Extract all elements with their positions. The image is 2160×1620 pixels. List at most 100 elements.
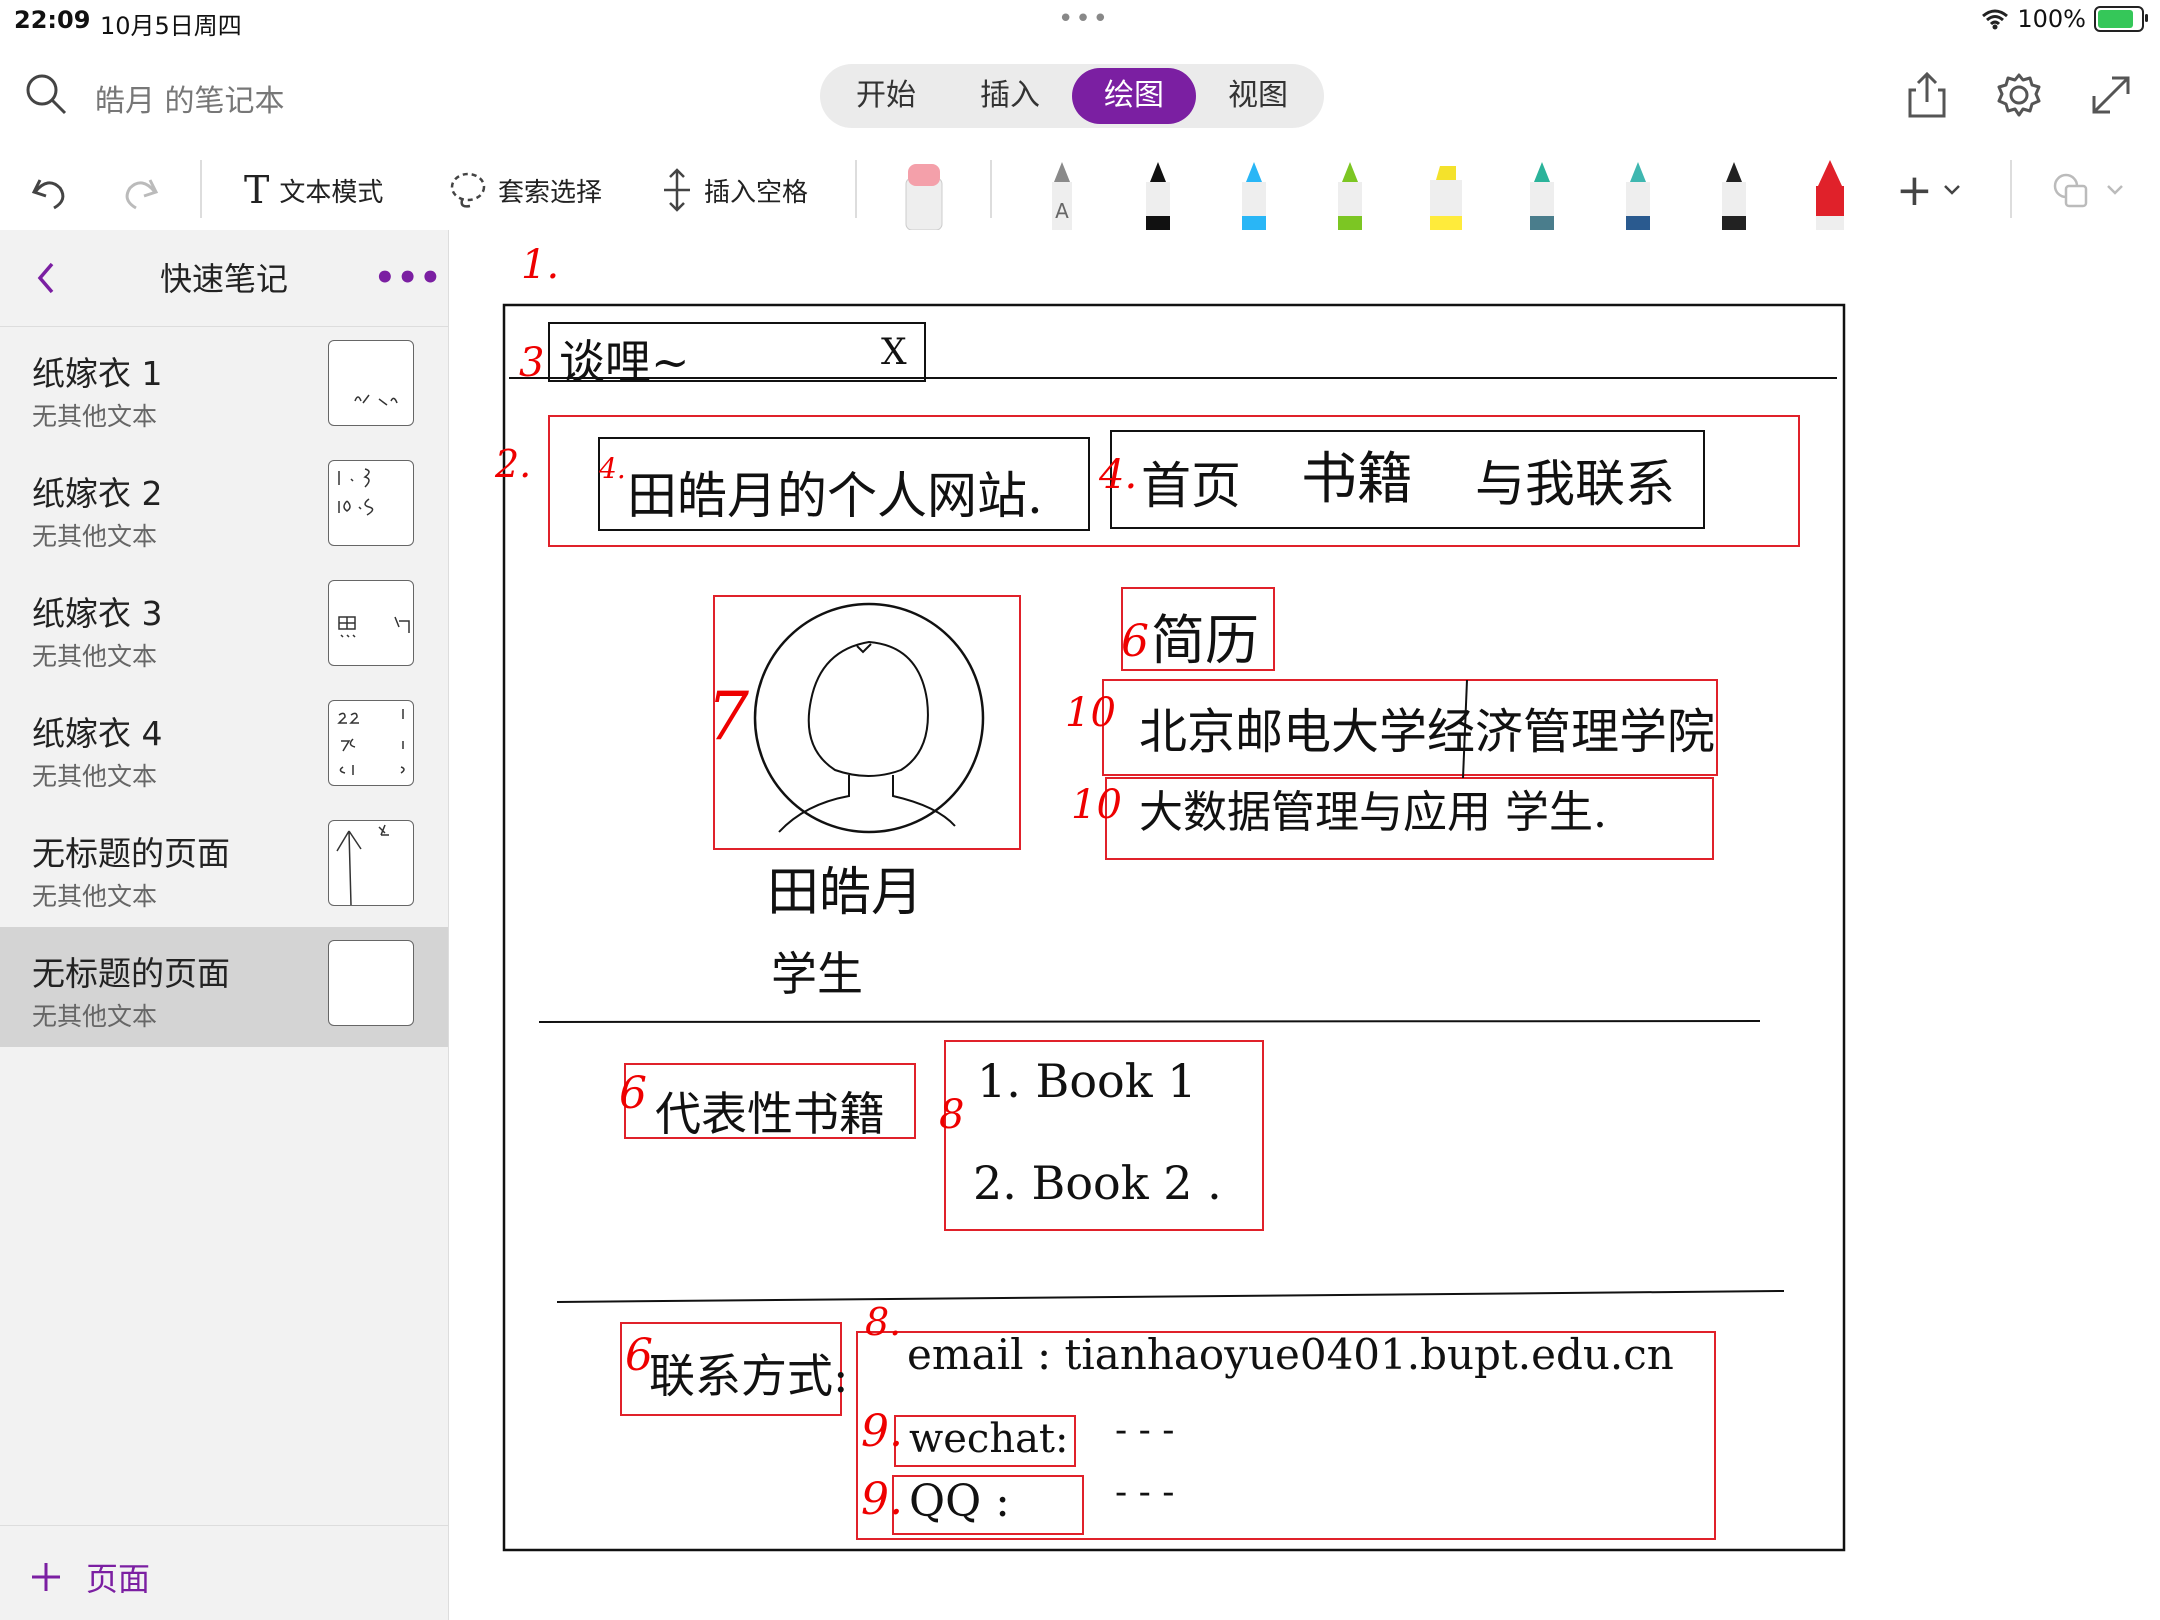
role-text: 学生 — [771, 947, 863, 1001]
toolbar-divider — [200, 160, 202, 218]
chevron-down-icon — [1943, 185, 1960, 195]
redo-icon[interactable] — [118, 150, 162, 230]
ribbon-tabs: 开始 插入 绘图 视图 — [820, 64, 1324, 128]
settings-gear-icon[interactable] — [1994, 70, 2044, 120]
page-subtitle: 无其他文本 — [32, 882, 158, 911]
fullscreen-expand-icon[interactable] — [2086, 70, 2136, 120]
site-title-text: 田皓月的个人网站. — [627, 467, 1043, 525]
school-text: 北京邮电大学经济管理学院 — [1139, 704, 1716, 760]
annotation-6-resume: 6 — [1121, 616, 1149, 667]
sidebar-header: 快速笔记 ••• — [0, 230, 448, 327]
annotation-8-contact: 8. — [865, 1300, 902, 1344]
page-thumbnail — [328, 700, 414, 786]
status-bar: 22:09 10月5日周四 ••• 100% — [0, 0, 2160, 40]
highlighter-yellow-icon[interactable] — [1418, 158, 1474, 230]
status-indicators: 100% — [1981, 5, 2148, 33]
major-text: 大数据管理与应用 学生. — [1139, 787, 1607, 838]
annotation-4-nav: 4. — [1099, 452, 1138, 498]
nav-home-text: 首页 — [1141, 457, 1241, 515]
add-pen-button[interactable]: + — [1896, 150, 1961, 230]
text-mode-icon: T — [244, 168, 270, 212]
page-item[interactable]: 无标题的页面 无其他文本 — [0, 807, 448, 927]
books-heading: 代表性书籍 — [655, 1087, 885, 1141]
drawing-canvas[interactable]: 1. 2. 3 4. 4. 6 6 6 7 8 8. 9. 9. 10 10 谈… — [449, 230, 2160, 1620]
pages-sidebar: 快速笔记 ••• 纸嫁衣 1 无其他文本 纸嫁衣 2 无其他文本 纸嫁衣 3 无… — [0, 230, 449, 1620]
pencil-gray-icon[interactable]: A — [1034, 158, 1090, 230]
wifi-icon — [1982, 9, 2009, 30]
book-2-text: 2. Book 2 . — [973, 1156, 1222, 1210]
page-item[interactable]: 纸嫁衣 4 无其他文本 — [0, 687, 448, 807]
nav-books-text: 书籍 — [1301, 447, 1413, 512]
page-thumbnail — [328, 580, 414, 666]
tab-view[interactable]: 视图 — [1196, 68, 1320, 124]
pen-red-icon[interactable] — [1802, 158, 1858, 230]
plus-icon — [32, 1563, 60, 1591]
clock: 22:09 — [14, 6, 91, 34]
text-mode-button[interactable]: T 文本模式 — [244, 150, 383, 230]
banner-close-mark: X — [881, 332, 907, 373]
draw-toolbar: T 文本模式 套索选择 插入空格 A + — [0, 150, 2160, 230]
shapes-button[interactable] — [2050, 150, 2124, 230]
top-bar: 皓月 的笔记本 开始 插入 绘图 视图 — [0, 40, 2160, 150]
page-title: 无标题的页面 — [32, 954, 230, 993]
battery-percent: 100% — [2017, 5, 2086, 33]
name-text: 田皓月 — [767, 863, 924, 923]
annotation-3: 3 — [519, 340, 545, 386]
annotation-8-books: 8 — [939, 1092, 965, 1138]
insert-space-button[interactable]: 插入空格 — [660, 150, 808, 230]
eraser-icon[interactable] — [896, 158, 952, 230]
page-thumbnail — [328, 340, 414, 426]
pen-green-icon[interactable] — [1322, 158, 1378, 230]
annotation-10-major: 10 — [1071, 782, 1122, 828]
svg-text:A: A — [1055, 199, 1069, 223]
multitasking-dots-icon[interactable]: ••• — [1058, 4, 1110, 34]
pen-blue-icon[interactable] — [1226, 158, 1282, 230]
page-title: 纸嫁衣 4 — [32, 714, 163, 753]
annotation-1: 1. — [521, 242, 560, 288]
pen-dark-icon[interactable] — [1706, 158, 1762, 230]
add-page-button[interactable]: 页面 — [30, 1554, 150, 1600]
toolbar-divider — [855, 160, 857, 218]
qq-label: QQ : — [909, 1476, 1010, 1527]
page-subtitle: 无其他文本 — [32, 1002, 158, 1031]
email-text: email : tianhaoyue0401.bupt.edu.cn — [907, 1330, 1674, 1379]
annotation-7: 7 — [707, 678, 749, 755]
lasso-select-button[interactable]: 套索选择 — [448, 150, 602, 230]
page-thumbnail — [328, 940, 414, 1026]
page-title: 纸嫁衣 1 — [32, 354, 163, 393]
book-1-text: 1. Book 1 — [977, 1054, 1197, 1108]
contact-heading: 联系方式: — [649, 1349, 849, 1403]
lasso-icon — [450, 172, 486, 208]
undo-icon[interactable] — [28, 150, 72, 230]
qq-value: - - - — [1115, 1472, 1175, 1513]
tab-insert[interactable]: 插入 — [948, 68, 1072, 124]
annotation-10-school: 10 — [1065, 690, 1116, 736]
pen-cyan-galaxy-icon[interactable] — [1610, 158, 1666, 230]
insert-space-icon — [664, 168, 690, 212]
page-item-selected[interactable]: 无标题的页面 无其他文本 — [0, 927, 448, 1047]
notebook-title[interactable]: 皓月 的笔记本 — [95, 76, 285, 120]
banner-text: 谈哩~ — [559, 335, 690, 389]
share-icon[interactable] — [1902, 70, 1952, 120]
wechat-value: - - - — [1115, 1410, 1175, 1451]
page-title: 纸嫁衣 3 — [32, 594, 163, 633]
page-thumbnail — [328, 460, 414, 546]
page-item[interactable]: 纸嫁衣 3 无其他文本 — [0, 567, 448, 687]
battery-icon — [2094, 6, 2148, 32]
page-thumbnail — [328, 820, 414, 906]
tab-draw[interactable]: 绘图 — [1072, 68, 1196, 124]
page-subtitle: 无其他文本 — [32, 402, 158, 431]
page-item[interactable]: 纸嫁衣 2 无其他文本 — [0, 447, 448, 567]
shapes-icon — [2053, 173, 2088, 208]
search-icon[interactable] — [24, 72, 68, 116]
more-options-icon[interactable]: ••• — [374, 258, 442, 298]
pen-black-icon[interactable] — [1130, 158, 1186, 230]
page-subtitle: 无其他文本 — [32, 642, 158, 671]
page-title: 纸嫁衣 2 — [32, 474, 163, 513]
pen-teal-galaxy-icon[interactable] — [1514, 158, 1570, 230]
page-item[interactable]: 纸嫁衣 1 无其他文本 — [0, 327, 448, 447]
tab-home[interactable]: 开始 — [824, 68, 948, 124]
resume-heading: 简历 — [1151, 609, 1259, 672]
date: 10月5日周四 — [100, 12, 242, 40]
annotation-9-qq: 9. — [861, 1474, 903, 1525]
